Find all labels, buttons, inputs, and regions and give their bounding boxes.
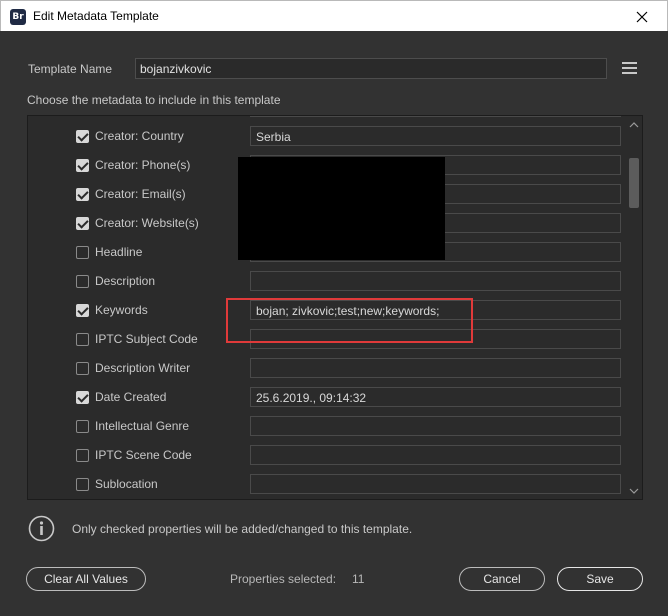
properties-selected-label: Properties selected: bbox=[230, 572, 337, 586]
window-title: Edit Metadata Template bbox=[33, 9, 159, 23]
metadata-label: Keywords bbox=[95, 303, 148, 317]
metadata-row: Description Writer bbox=[28, 354, 626, 383]
metadata-row: IPTC Scene Code bbox=[28, 441, 626, 470]
metadata-checkbox[interactable] bbox=[76, 275, 89, 288]
metadata-checkbox[interactable] bbox=[76, 333, 89, 346]
clear-all-values-button[interactable]: Clear All Values bbox=[26, 567, 146, 591]
metadata-checkbox[interactable] bbox=[76, 391, 89, 404]
metadata-value-field[interactable]: 18000 bbox=[250, 116, 621, 117]
title-bar: Br Edit Metadata Template bbox=[0, 0, 668, 31]
metadata-label: Date Created bbox=[95, 390, 167, 404]
metadata-label: Headline bbox=[95, 245, 143, 259]
scrollbar[interactable] bbox=[626, 116, 642, 499]
metadata-checkbox[interactable] bbox=[76, 159, 89, 172]
metadata-row: Intellectual Genre bbox=[28, 412, 626, 441]
bridge-app-icon: Br bbox=[10, 9, 26, 25]
metadata-checkbox[interactable] bbox=[76, 304, 89, 317]
properties-selected-count: 11 bbox=[352, 572, 365, 586]
scroll-thumb[interactable] bbox=[629, 158, 639, 208]
metadata-label: IPTC Subject Code bbox=[95, 332, 198, 346]
template-name-label: Template Name bbox=[28, 62, 113, 76]
hamburger-icon[interactable] bbox=[622, 62, 637, 74]
redaction-box bbox=[238, 157, 445, 260]
info-icon bbox=[28, 515, 55, 542]
keywords-highlight-box bbox=[226, 298, 473, 343]
metadata-label: Intellectual Genre bbox=[95, 419, 190, 433]
metadata-row: Creator: Postal Code18000 bbox=[28, 116, 626, 122]
metadata-label: Description Writer bbox=[95, 361, 191, 375]
metadata-checkbox[interactable] bbox=[76, 246, 89, 259]
close-icon[interactable] bbox=[627, 4, 657, 30]
info-text: Only checked properties will be added/ch… bbox=[72, 522, 413, 536]
metadata-checkbox[interactable] bbox=[76, 449, 89, 462]
metadata-row: Description bbox=[28, 267, 626, 296]
metadata-row: Sublocation bbox=[28, 470, 626, 499]
metadata-value-field[interactable] bbox=[250, 474, 621, 494]
metadata-value-field[interactable] bbox=[250, 358, 621, 378]
metadata-checkbox[interactable] bbox=[76, 188, 89, 201]
metadata-checkbox[interactable] bbox=[76, 478, 89, 491]
metadata-label: IPTC Scene Code bbox=[95, 448, 192, 462]
metadata-checkbox[interactable] bbox=[76, 217, 89, 230]
metadata-value-field[interactable]: Serbia bbox=[250, 126, 621, 146]
save-button[interactable]: Save bbox=[557, 567, 643, 591]
metadata-value-field[interactable] bbox=[250, 416, 621, 436]
section-label: Choose the metadata to include in this t… bbox=[27, 93, 281, 107]
metadata-row: Creator: Country Serbia bbox=[28, 122, 626, 151]
metadata-value-field[interactable] bbox=[250, 271, 621, 291]
template-name-input[interactable] bbox=[135, 58, 607, 79]
metadata-value-field[interactable]: 25.6.2019., 09:14:32 bbox=[250, 387, 621, 407]
metadata-value-field[interactable] bbox=[250, 445, 621, 465]
metadata-label: Description bbox=[95, 274, 156, 288]
metadata-label: Sublocation bbox=[95, 477, 158, 491]
metadata-label: Creator: Country bbox=[95, 129, 184, 143]
metadata-label: Creator: Website(s) bbox=[95, 216, 199, 230]
cancel-button[interactable]: Cancel bbox=[459, 567, 545, 591]
chevron-down-icon[interactable] bbox=[629, 487, 639, 495]
chevron-up-icon[interactable] bbox=[629, 121, 639, 129]
metadata-checkbox[interactable] bbox=[76, 130, 89, 143]
metadata-label: Creator: Phone(s) bbox=[95, 158, 191, 172]
metadata-row: Date Created 25.6.2019., 09:14:32 bbox=[28, 383, 626, 412]
metadata-label: Creator: Email(s) bbox=[95, 187, 186, 201]
metadata-checkbox[interactable] bbox=[76, 362, 89, 375]
metadata-checkbox[interactable] bbox=[76, 420, 89, 433]
